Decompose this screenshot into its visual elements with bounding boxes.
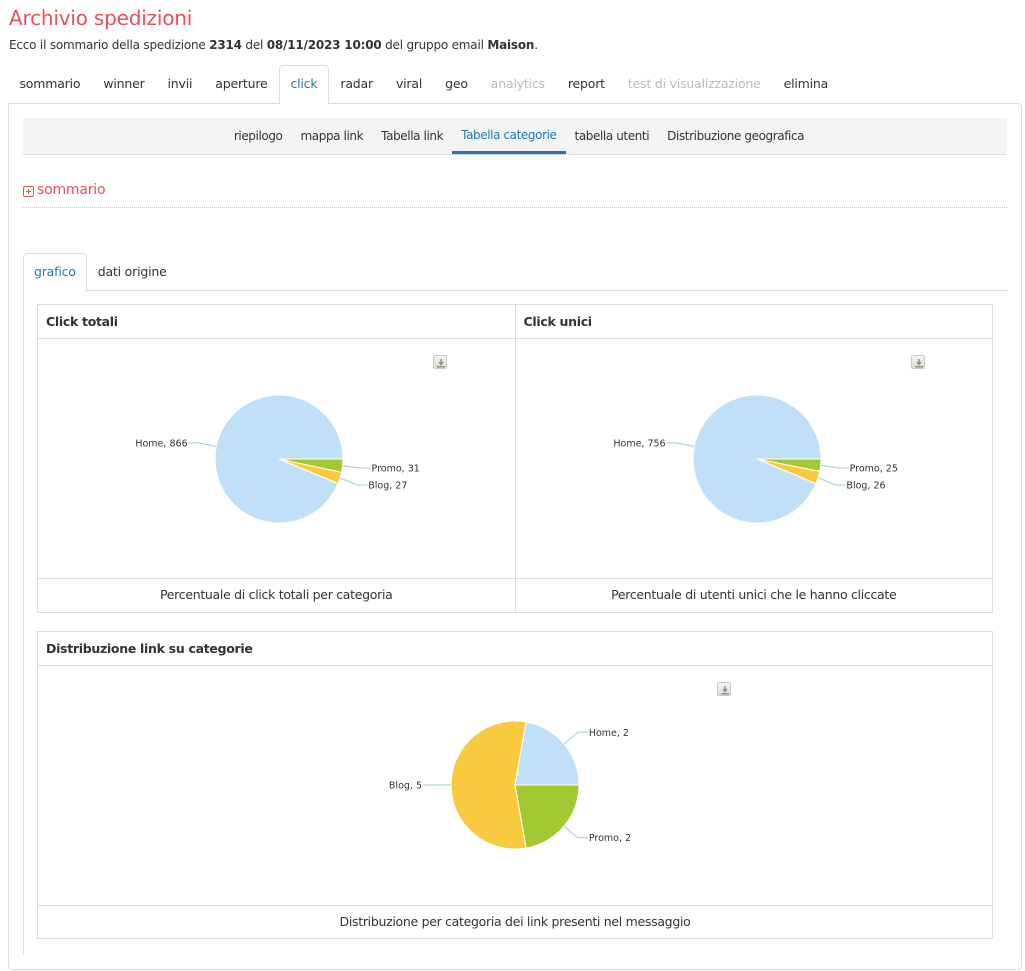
subtitle-text: . xyxy=(534,38,538,52)
tab-report[interactable]: report xyxy=(556,65,616,103)
plus-square-icon xyxy=(23,185,34,197)
tab-winner[interactable]: winner xyxy=(92,65,156,103)
leader-line-promo xyxy=(820,464,849,469)
chart-caption: Distribuzione per categoria dei link pre… xyxy=(339,914,691,929)
chart-title: Click totali xyxy=(38,305,515,339)
pie-slice-home[interactable] xyxy=(514,721,580,786)
data-label-blog: Blog, 26 xyxy=(846,481,885,492)
data-label-home: Home, 2 xyxy=(589,728,629,739)
pie-chart: Promo, 31 Blog, 27 Home, 866 xyxy=(135,394,420,524)
tab-aperture[interactable]: aperture xyxy=(204,65,279,103)
tab-grafico[interactable]: grafico xyxy=(23,253,87,292)
shipment-datetime: 08/11/2023 10:00 xyxy=(266,38,382,52)
chart-click-totali: Click totali Promo, 31 Blog, 27 Home, 866 … xyxy=(38,305,515,612)
pie-chart: Promo, 2 Blog, 5 Home, 2 xyxy=(389,720,631,850)
subtab-mappa-link[interactable]: mappa link xyxy=(292,118,373,154)
subtab-tabella-categorie[interactable]: Tabella categorie xyxy=(452,118,566,154)
pie-slice-home[interactable] xyxy=(214,394,344,524)
chart-caption: Percentuale di click totali per categori… xyxy=(160,587,393,602)
chart-caption: Percentuale di utenti unici che le hanno… xyxy=(611,587,897,602)
subtitle-text: Ecco il sommario della spedizione xyxy=(9,38,210,52)
chart-distribuzione-link: Distribuzione link su categorie Promo, 2… xyxy=(37,631,993,939)
pie-chart: Promo, 25 Blog, 26 Home, 756 xyxy=(613,394,897,524)
subtab-distribuzione-geografica[interactable]: Distribuzione geografica xyxy=(658,118,813,154)
page-title: Archivio spedizioni xyxy=(9,6,193,30)
sommario-toggle-label: sommario xyxy=(37,182,106,198)
leader-line-blog xyxy=(817,477,845,486)
tab-dati-origine[interactable]: dati origine xyxy=(87,253,178,291)
tab-elimina[interactable]: elimina xyxy=(772,65,839,103)
data-label-home: Home, 756 xyxy=(613,438,665,449)
data-label-blog: Blog, 27 xyxy=(368,481,407,492)
page-subtitle: Ecco il sommario della spedizione 2314 d… xyxy=(9,38,538,52)
sommario-toggle[interactable]: sommario xyxy=(23,182,106,198)
leader-line-home xyxy=(188,442,217,447)
main-tabs: sommario winner invii aperture click rad… xyxy=(8,65,840,104)
data-label-blog: Blog, 5 xyxy=(389,781,422,792)
subtitle-text: del gruppo email xyxy=(381,38,488,52)
subtitle-text: del xyxy=(241,38,267,52)
tab-viral[interactable]: viral xyxy=(384,65,433,103)
chart-row: Click totali Promo, 31 Blog, 27 Home, 866 … xyxy=(37,304,993,613)
data-label-promo: Promo, 31 xyxy=(372,464,420,475)
divider xyxy=(23,207,1007,208)
tab-sommario[interactable]: sommario xyxy=(8,65,92,103)
pie-slice-home[interactable] xyxy=(692,394,822,524)
leader-line-blog xyxy=(339,477,368,486)
tab-test-visualizzazione: test di visualizzazione xyxy=(627,76,761,91)
chart-title: Click unici xyxy=(515,305,992,339)
view-tabs: grafico dati origine xyxy=(23,253,178,292)
chart-click-unici: Click unici Promo, 25 Blog, 26 Home, 756 P… xyxy=(514,305,992,612)
subtab-tabella-utenti[interactable]: tabella utenti xyxy=(566,118,659,154)
data-label-home: Home, 866 xyxy=(135,438,187,449)
tab-radar[interactable]: radar xyxy=(329,65,385,103)
tab-geo[interactable]: geo xyxy=(434,65,480,103)
chart-title: Distribuzione link su categorie xyxy=(38,632,992,666)
email-group: Maison xyxy=(487,38,535,52)
chart-area: Promo, 31 Blog, 27 Home, 866 xyxy=(38,339,515,579)
sub-nav: riepilogo mappa link Tabella link Tabell… xyxy=(23,118,1007,155)
tab-click[interactable]: click xyxy=(278,65,329,104)
leader-line-promo xyxy=(563,825,588,839)
subtab-tabella-link[interactable]: Tabella link xyxy=(372,118,452,154)
leader-line-home xyxy=(666,442,694,447)
data-label-promo: Promo, 2 xyxy=(589,833,631,844)
subtab-riepilogo[interactable]: riepilogo xyxy=(225,118,292,154)
leader-line-promo xyxy=(342,465,371,469)
data-label-promo: Promo, 25 xyxy=(849,464,897,475)
leader-line-home xyxy=(563,731,588,745)
tab-invii[interactable]: invii xyxy=(156,65,204,103)
tab-analytics: analytics xyxy=(490,76,545,91)
chart-area: Promo, 25 Blog, 26 Home, 756 xyxy=(515,339,992,579)
shipment-id: 2314 xyxy=(209,38,242,52)
chart-area: Promo, 2 Blog, 5 Home, 2 xyxy=(38,666,992,906)
